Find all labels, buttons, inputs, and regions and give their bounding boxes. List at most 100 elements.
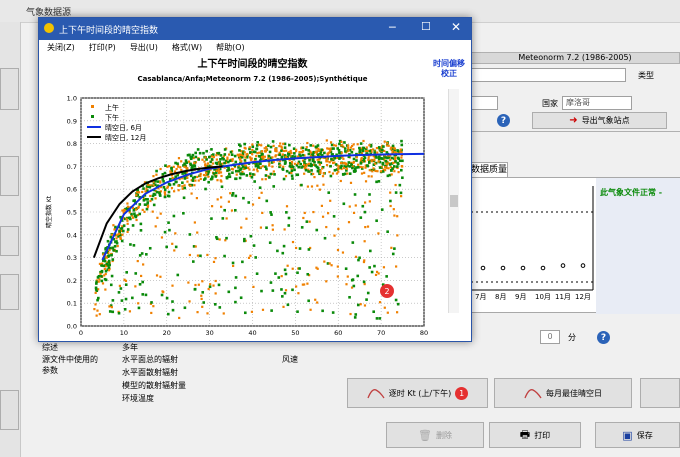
am-point bbox=[259, 166, 262, 169]
pm-point bbox=[351, 241, 355, 244]
station-field[interactable] bbox=[470, 96, 498, 110]
am-point bbox=[155, 173, 158, 176]
am-point bbox=[374, 169, 377, 173]
pm-point bbox=[347, 161, 351, 164]
pm-point bbox=[290, 174, 294, 178]
am-point bbox=[272, 144, 275, 148]
pm-point bbox=[316, 166, 320, 170]
pm-point bbox=[163, 195, 167, 199]
am-point bbox=[166, 185, 170, 188]
pm-point bbox=[269, 145, 273, 149]
pm-point bbox=[217, 283, 221, 287]
quality-point bbox=[540, 265, 546, 271]
pm-point bbox=[202, 301, 206, 304]
pm-point bbox=[172, 182, 176, 186]
print-button[interactable]: 🖶 打印 bbox=[489, 422, 581, 448]
am-point bbox=[218, 170, 221, 173]
am-point bbox=[156, 216, 159, 219]
maximize-icon[interactable]: ☐ bbox=[421, 20, 431, 33]
pm-point bbox=[361, 204, 365, 208]
pm-point bbox=[306, 272, 310, 276]
am-point bbox=[383, 306, 386, 309]
pm-point bbox=[265, 226, 268, 230]
am-point bbox=[244, 156, 247, 159]
left-strip-button-4[interactable] bbox=[0, 274, 19, 310]
extra-button[interactable] bbox=[640, 378, 680, 408]
source-header: Meteonorm 7.2 (1986-2005) bbox=[470, 52, 680, 64]
menu-close[interactable]: 关闭(Z) bbox=[47, 42, 75, 53]
pm-point bbox=[283, 146, 287, 149]
am-point bbox=[347, 221, 351, 224]
am-point bbox=[384, 165, 387, 169]
pm-point bbox=[304, 148, 308, 151]
pm-point bbox=[171, 300, 174, 303]
delete-label: 删除 bbox=[435, 430, 452, 440]
help-icon[interactable]: ? bbox=[497, 114, 510, 127]
left-strip-button-5[interactable] bbox=[0, 390, 19, 430]
save-button[interactable]: ▣ 保存 bbox=[595, 422, 680, 448]
am-point bbox=[340, 140, 343, 144]
pm-point bbox=[211, 175, 214, 179]
am-point bbox=[290, 160, 294, 163]
pm-point bbox=[256, 141, 259, 144]
am-point bbox=[171, 284, 174, 287]
am-point bbox=[325, 280, 328, 283]
close-icon[interactable]: ✕ bbox=[451, 20, 461, 34]
menu-export[interactable]: 导出(U) bbox=[130, 42, 158, 53]
am-point bbox=[134, 285, 137, 288]
help-icon-2[interactable]: ? bbox=[597, 331, 610, 344]
am-point bbox=[386, 311, 389, 314]
left-strip-button-1[interactable] bbox=[0, 68, 19, 110]
am-point bbox=[278, 144, 281, 148]
pm-point bbox=[307, 149, 311, 152]
am-point bbox=[348, 205, 351, 208]
am-point bbox=[325, 225, 328, 229]
pm-point bbox=[299, 154, 302, 158]
am-point bbox=[370, 175, 373, 178]
source-field[interactable] bbox=[470, 68, 626, 82]
best-clear-day-button[interactable]: 每月最佳晴空日 bbox=[494, 378, 632, 408]
am-point bbox=[279, 164, 282, 167]
am-point bbox=[201, 305, 204, 308]
menu-print[interactable]: 打印(P) bbox=[89, 42, 116, 53]
am-point bbox=[124, 279, 128, 282]
pm-point bbox=[313, 160, 316, 164]
delete-button[interactable]: 🗑 删除 bbox=[386, 422, 484, 448]
hourly-kt-button[interactable]: 逐时 Kt (上/下午) 1 bbox=[347, 378, 488, 408]
pm-point bbox=[176, 162, 179, 165]
am-point bbox=[212, 260, 216, 263]
quality-chart bbox=[471, 186, 594, 291]
am-point bbox=[291, 267, 294, 270]
am-point bbox=[194, 179, 197, 182]
am-point bbox=[302, 163, 306, 166]
export-station-button[interactable]: ➜ 导出气象站点 bbox=[532, 112, 667, 129]
pm-point bbox=[300, 183, 303, 187]
am-point bbox=[94, 291, 97, 294]
country-field[interactable]: 摩洛哥 bbox=[562, 96, 632, 110]
am-point bbox=[271, 156, 274, 159]
left-strip-button-2[interactable] bbox=[0, 156, 19, 196]
pm-point bbox=[338, 151, 341, 155]
pm-point bbox=[121, 229, 125, 233]
am-point bbox=[318, 163, 322, 166]
pm-point bbox=[351, 166, 354, 170]
scrollbar[interactable] bbox=[448, 89, 459, 313]
menu-format[interactable]: 格式(W) bbox=[172, 42, 202, 53]
am-point bbox=[230, 167, 234, 171]
pm-point bbox=[120, 299, 124, 302]
menu-help[interactable]: 帮助(O) bbox=[216, 42, 245, 53]
minimize-icon[interactable]: ─ bbox=[389, 21, 396, 34]
minutes-field[interactable]: 0 bbox=[540, 330, 560, 344]
pm-point bbox=[210, 148, 213, 151]
pm-point bbox=[220, 185, 224, 189]
tab-data-quality[interactable]: 数据质量 bbox=[470, 162, 508, 177]
printer-icon: 🖶 bbox=[519, 427, 531, 441]
pm-point bbox=[175, 180, 178, 184]
legend-label-1: 下午 bbox=[105, 113, 119, 122]
left-strip-button-3[interactable] bbox=[0, 226, 19, 256]
pm-point bbox=[282, 244, 286, 248]
am-point bbox=[309, 308, 312, 311]
pm-point bbox=[222, 158, 225, 161]
scrollbar-thumb[interactable] bbox=[450, 195, 458, 207]
am-point bbox=[349, 146, 353, 149]
